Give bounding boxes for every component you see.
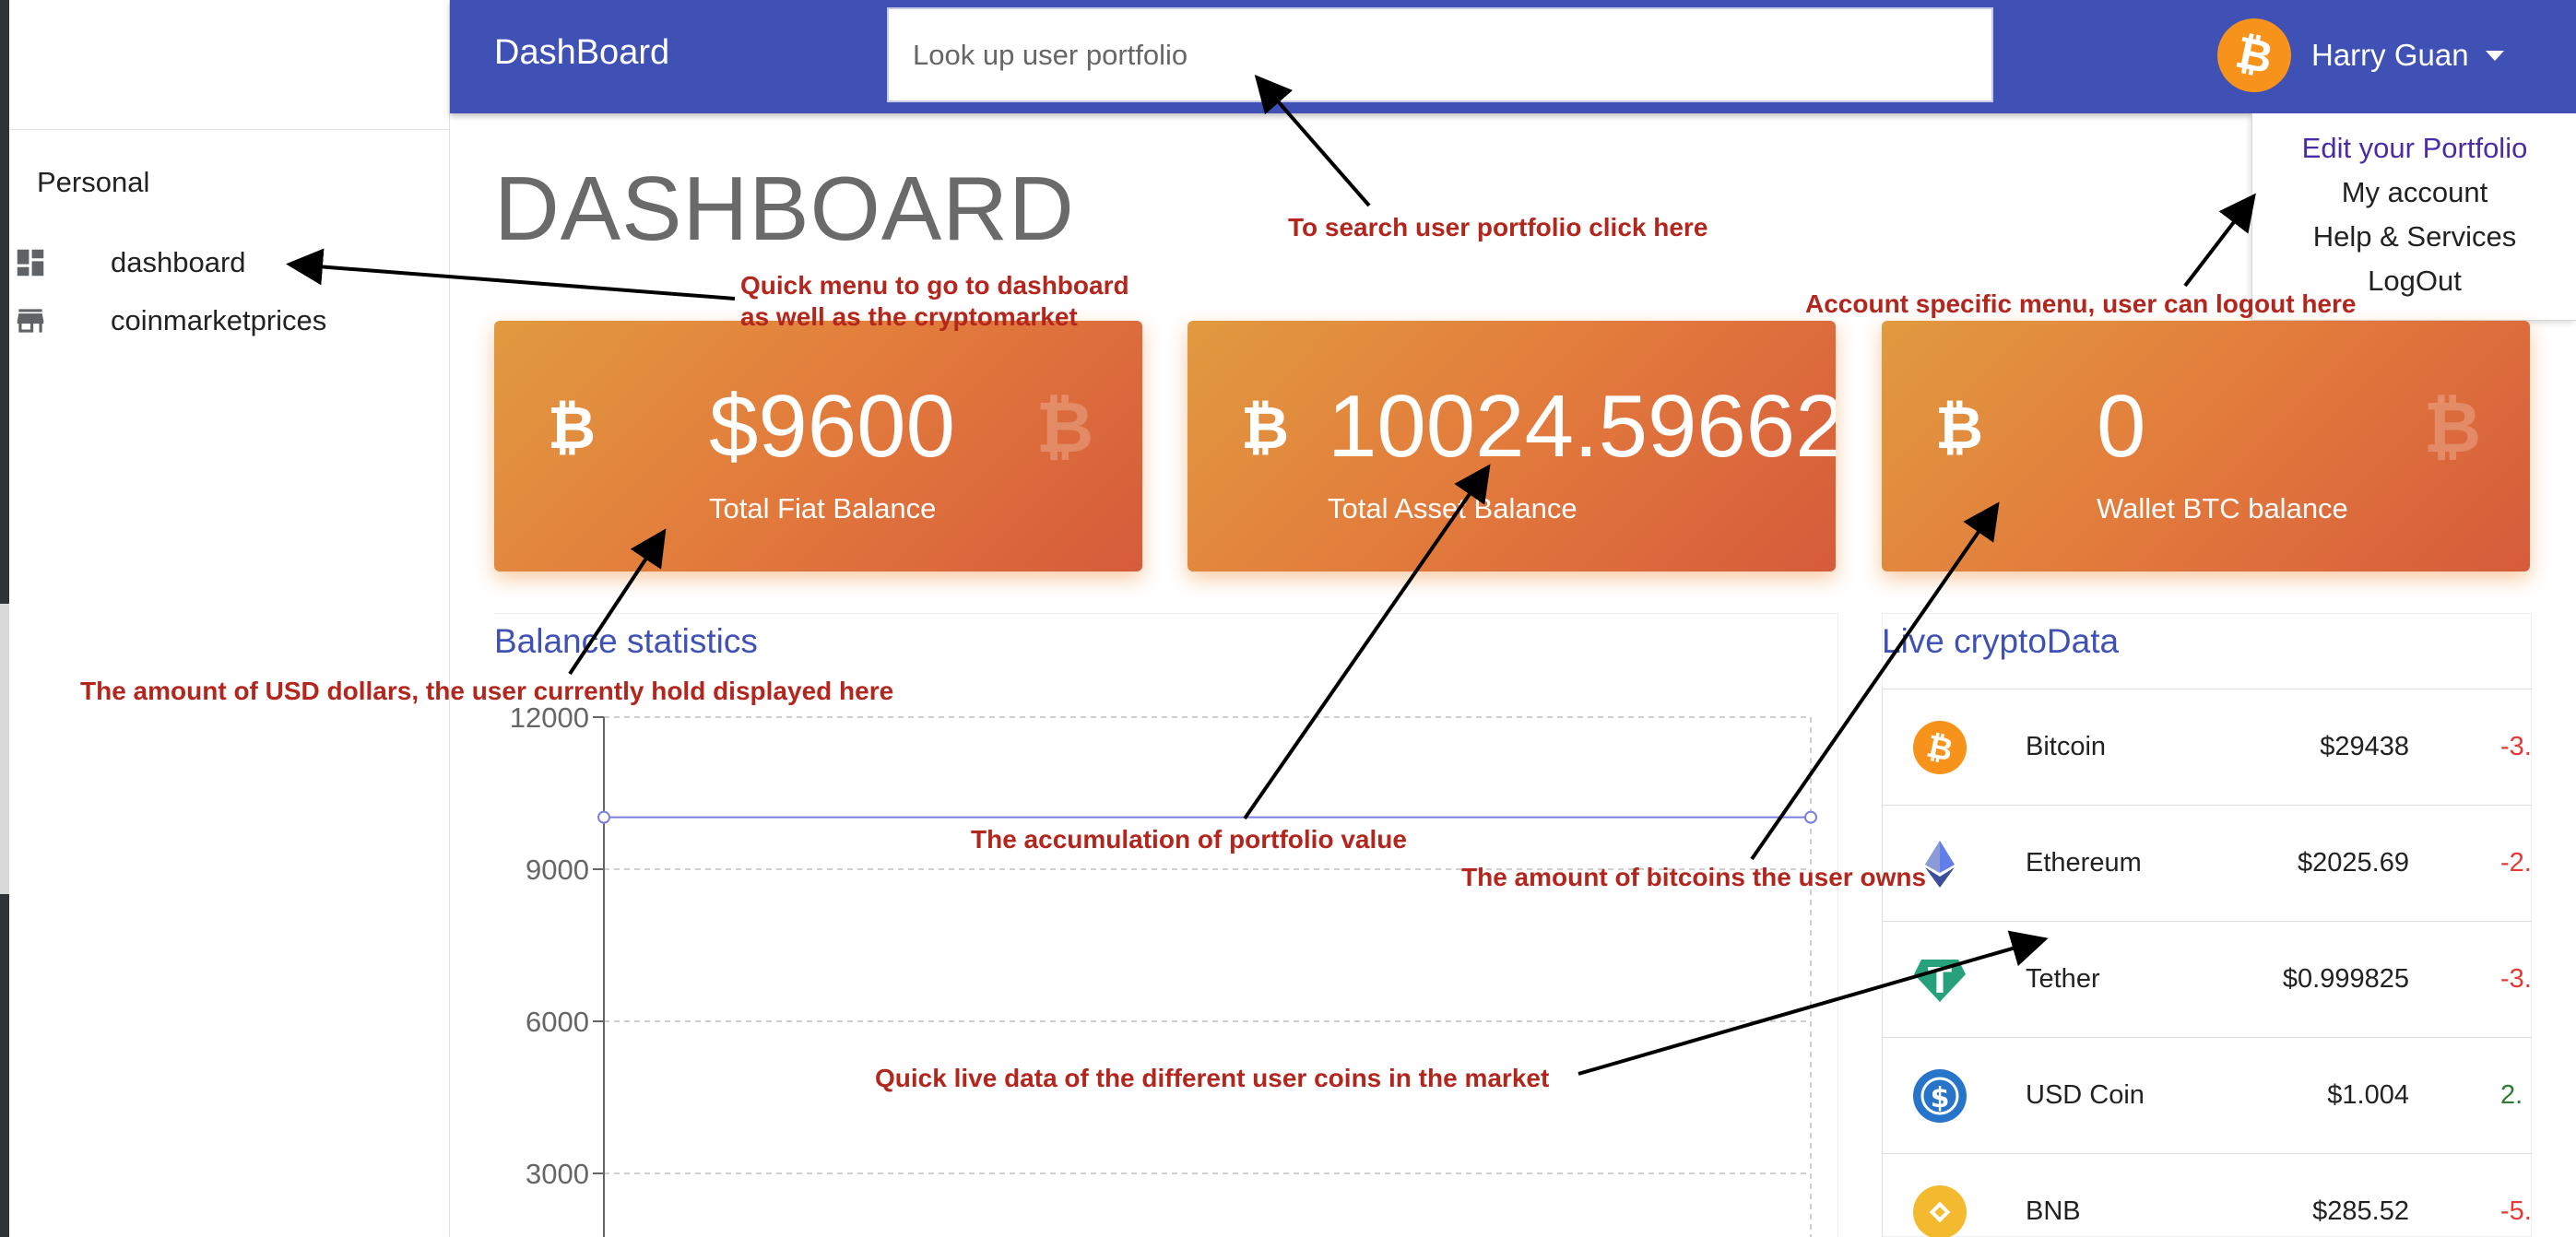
- crypto-name: Bitcoin: [2026, 732, 2107, 761]
- svg-text:₿: ₿: [1038, 389, 1093, 468]
- annotation-bitcoins: The amount of bitcoins the user owns: [1461, 863, 1927, 891]
- svg-text:T: T: [1928, 960, 1952, 1001]
- annotation-sidebar-line1: Quick menu to go to dashboard: [740, 271, 1129, 300]
- crypto-row[interactable]: Ethereum $2025.69 -2.: [1882, 805, 2532, 921]
- svg-text:₿: ₿: [1243, 396, 1289, 461]
- annotation-portfolio: The accumulation of portfolio value: [971, 825, 1407, 854]
- sidebar-section-title: Personal: [37, 166, 150, 198]
- crypto-name: BNB: [2026, 1196, 2081, 1226]
- svg-text:₿: ₿: [2426, 389, 2481, 468]
- bitcoin-icon: ₿: [2234, 29, 2275, 81]
- annotation-usd: The amount of USD dollars, the user curr…: [80, 677, 894, 705]
- crypto-change: -3.: [2500, 964, 2532, 994]
- bitcoin-icon: ₿: [549, 396, 596, 461]
- crypto-name: Tether: [2026, 964, 2100, 994]
- asset-balance-caption: Total Asset Balance: [1328, 492, 1578, 524]
- crypto-change: -2.: [2500, 848, 2532, 878]
- crypto-change: -3.: [2500, 732, 2532, 761]
- asset-balance-value: 10024.596627: [1328, 377, 1836, 476]
- sidebar-item-label: coinmarketprices: [111, 304, 327, 336]
- chart-y-tick-label: 6000: [526, 1006, 589, 1038]
- live-crypto-title: Live cryptoData: [1882, 622, 2120, 660]
- wallet-btc-caption: Wallet BTC balance: [2097, 492, 2348, 524]
- avatar: ₿: [2217, 18, 2291, 92]
- window-edge: [0, 0, 9, 1237]
- crypto-row[interactable]: $ USD Coin $1.004 2.: [1882, 1037, 2532, 1153]
- wallet-btc-value: 0: [2097, 377, 2146, 476]
- brand-title[interactable]: DashBoard: [494, 33, 669, 73]
- arrow-account: [2183, 193, 2256, 288]
- bitcoin-watermark-icon: ₿: [1038, 389, 1093, 468]
- dashboard-icon: [17, 249, 44, 277]
- sidebar-item-dashboard[interactable]: dashboard: [9, 235, 450, 290]
- sidebar: Personal dashboard coinmarketprices: [9, 0, 450, 1237]
- annotation-account: Account specific menu, user can logout h…: [1805, 289, 2357, 318]
- annotation-live: Quick live data of the different user co…: [875, 1064, 1550, 1092]
- menu-item-help-services[interactable]: Help & Services: [2252, 220, 2576, 253]
- annotation-sidebar-line2: as well as the cryptomarket: [740, 302, 1078, 331]
- top-app-bar: DashBoard ₿ Harry Guan: [450, 0, 2576, 113]
- bitcoin-icon: ₿: [1937, 396, 1983, 461]
- crypto-price: $29438: [2320, 732, 2409, 761]
- bnb-icon: [1913, 1185, 1967, 1237]
- store-icon: [17, 309, 44, 333]
- crypto-name: Ethereum: [2026, 848, 2142, 878]
- annotation-search: To search user portfolio click here: [1288, 213, 1708, 242]
- crypto-change: 2.: [2500, 1080, 2523, 1110]
- crypto-name: USD Coin: [2026, 1080, 2145, 1110]
- crypto-price: $285.52: [2312, 1196, 2409, 1226]
- chart-y-tick-label: 3000: [526, 1158, 589, 1190]
- fiat-balance-caption: Total Fiat Balance: [709, 492, 937, 524]
- crypto-change: -5.: [2500, 1196, 2532, 1226]
- user-menu-toggle[interactable]: ₿ Harry Guan: [2217, 18, 2504, 92]
- bitcoin-icon: ₿: [1243, 396, 1289, 461]
- user-name: Harry Guan: [2311, 38, 2469, 72]
- svg-text:₿: ₿: [1937, 396, 1983, 461]
- fiat-balance-value: $9600: [709, 377, 955, 476]
- search-input[interactable]: [887, 7, 1993, 102]
- sidebar-divider: [9, 129, 450, 130]
- fiat-balance-card: ₿ $9600 Total Fiat Balance ₿: [494, 321, 1142, 571]
- asset-balance-card: ₿ 10024.596627 Total Asset Balance: [1188, 321, 1836, 571]
- sidebar-item-label: dashboard: [111, 246, 246, 278]
- chart-y-tick-label: 9000: [526, 854, 589, 886]
- crypto-row[interactable]: T Tether $0.999825 -3.: [1882, 921, 2532, 1037]
- menu-item-edit-portfolio[interactable]: Edit your Portfolio: [2252, 132, 2576, 165]
- chart-data-point: [1804, 810, 1817, 824]
- bitcoin-watermark-icon: ₿: [2426, 389, 2481, 468]
- page-title: DASHBOARD: [494, 158, 1075, 259]
- chart-data-point: [597, 810, 610, 824]
- crypto-row[interactable]: ₿ Bitcoin $29438 -3.: [1882, 689, 2532, 805]
- wallet-btc-card: ₿ 0 Wallet BTC balance ₿: [1882, 321, 2530, 571]
- bitcoin-icon: ₿: [1913, 721, 1967, 774]
- tether-icon: T: [1914, 960, 1966, 1002]
- svg-text:₿: ₿: [549, 396, 596, 461]
- usd-coin-icon: $: [1913, 1069, 1967, 1123]
- sidebar-item-coinmarketprices[interactable]: coinmarketprices: [9, 293, 450, 348]
- caret-down-icon: [2485, 50, 2504, 61]
- menu-item-my-account[interactable]: My account: [2252, 176, 2576, 209]
- balance-statistics-title: Balance statistics: [494, 622, 758, 660]
- crypto-price: $0.999825: [2282, 964, 2409, 994]
- svg-text:$: $: [1931, 1082, 1950, 1114]
- svg-text:₿: ₿: [2234, 29, 2275, 81]
- balance-chart: 12000900060003000: [510, 701, 1817, 1237]
- crypto-row[interactable]: BNB $285.52 -5.: [1882, 1153, 2532, 1237]
- crypto-price: $2025.69: [2298, 848, 2409, 878]
- crypto-price: $1.004: [2327, 1080, 2409, 1110]
